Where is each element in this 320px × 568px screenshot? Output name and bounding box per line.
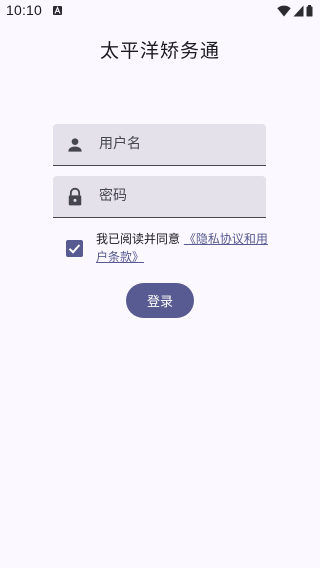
username-field[interactable]	[53, 124, 266, 166]
status-indicators	[277, 4, 313, 18]
notification-icon	[53, 6, 62, 15]
agreement-text: 我已阅读并同意 《隐私协议和用户条款》	[96, 230, 268, 266]
status-bar: 10:10	[0, 0, 320, 24]
cellular-signal-icon	[293, 5, 304, 17]
login-screen: 10:10 太平洋矫务通 用户名 我已阅读并同意 《隐私协议和用户条款》 登录	[0, 0, 320, 568]
agreement-prefix: 我已阅读并同意	[96, 232, 181, 246]
username-input[interactable]	[99, 124, 259, 164]
agreement-checkbox[interactable]	[66, 240, 83, 257]
password-input[interactable]	[99, 176, 259, 216]
check-icon	[68, 244, 81, 254]
wifi-icon	[277, 5, 291, 17]
login-button[interactable]: 登录	[126, 283, 194, 318]
app-title: 太平洋矫务通	[99, 40, 220, 62]
password-field[interactable]	[53, 176, 266, 218]
person-icon	[65, 135, 85, 155]
status-time: 10:10	[6, 2, 43, 18]
battery-icon	[306, 5, 313, 17]
lock-icon	[65, 187, 85, 207]
